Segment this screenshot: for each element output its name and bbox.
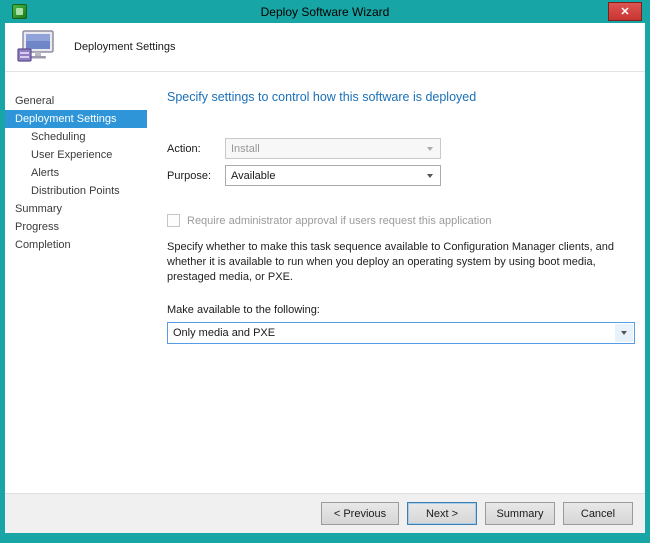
deploy-software-icon <box>16 29 56 65</box>
sidebar-item-user-experience[interactable]: User Experience <box>5 146 147 164</box>
approval-checkbox-row: Require administrator approval if users … <box>167 214 635 227</box>
wizard-nav: GeneralDeployment SettingsSchedulingUser… <box>5 72 147 493</box>
sidebar-item-general[interactable]: General <box>5 92 147 110</box>
chevron-down-icon <box>421 167 439 184</box>
app-icon <box>12 4 27 19</box>
wizard-body: GeneralDeployment SettingsSchedulingUser… <box>5 72 645 493</box>
action-value: Install <box>231 143 260 155</box>
deploy-software-wizard-window: Deploy Software Wizard ✕ Deployment Sett… <box>0 0 650 543</box>
window-title: Deploy Software Wizard <box>5 5 645 19</box>
task-sequence-description: Specify whether to make this task sequen… <box>167 240 635 286</box>
make-available-value: Only media and PXE <box>173 327 275 339</box>
make-available-combobox[interactable]: Only media and PXE <box>167 322 635 344</box>
titlebar: Deploy Software Wizard ✕ <box>5 0 645 23</box>
sidebar-item-distribution-points[interactable]: Distribution Points <box>5 182 147 200</box>
wizard-header: Deployment Settings <box>5 23 645 72</box>
sidebar-item-completion[interactable]: Completion <box>5 236 147 254</box>
sidebar-item-alerts[interactable]: Alerts <box>5 164 147 182</box>
sidebar-item-scheduling[interactable]: Scheduling <box>5 128 147 146</box>
previous-button[interactable]: < Previous <box>321 502 399 525</box>
next-button[interactable]: Next > <box>407 502 477 525</box>
purpose-value: Available <box>231 170 275 182</box>
action-row: Action: Install <box>167 138 635 159</box>
cancel-button[interactable]: Cancel <box>563 502 633 525</box>
chevron-down-icon <box>615 324 633 342</box>
approval-checkbox <box>167 214 180 227</box>
sidebar-item-deployment-settings[interactable]: Deployment Settings <box>5 110 147 128</box>
button-bar: < Previous Next > Summary Cancel <box>5 493 645 533</box>
action-label: Action: <box>167 143 225 155</box>
approval-checkbox-label: Require administrator approval if users … <box>187 215 492 227</box>
purpose-label: Purpose: <box>167 170 225 182</box>
summary-button[interactable]: Summary <box>485 502 555 525</box>
sidebar-item-summary[interactable]: Summary <box>5 200 147 218</box>
chevron-down-icon <box>421 140 439 157</box>
action-combobox: Install <box>225 138 441 159</box>
close-icon: ✕ <box>620 5 629 18</box>
close-button[interactable]: ✕ <box>608 2 642 21</box>
content-pane: Specify settings to control how this sof… <box>147 72 645 493</box>
page-title: Deployment Settings <box>74 41 176 53</box>
sidebar-item-progress[interactable]: Progress <box>5 218 147 236</box>
purpose-row: Purpose: Available <box>167 165 635 186</box>
make-available-label: Make available to the following: <box>167 304 635 316</box>
content-heading: Specify settings to control how this sof… <box>167 90 635 104</box>
purpose-combobox[interactable]: Available <box>225 165 441 186</box>
